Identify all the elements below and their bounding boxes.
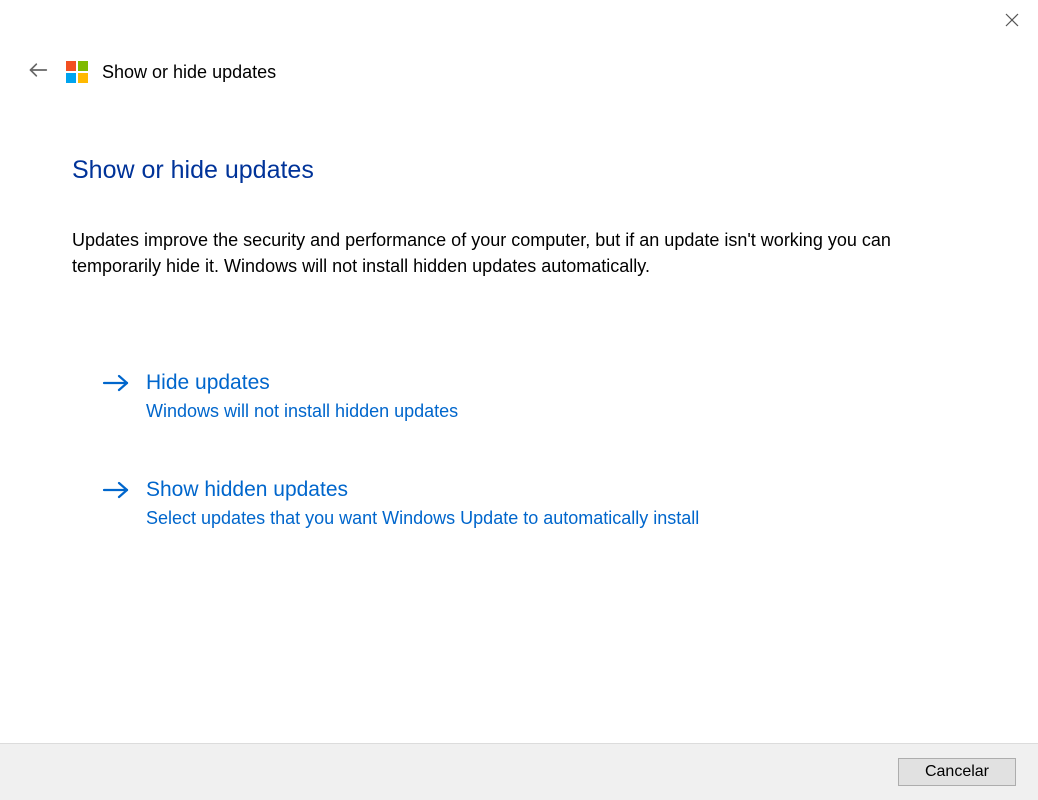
option-text: Hide updates Windows will not install hi… bbox=[146, 369, 458, 424]
content-area: Show or hide updates Updates improve the… bbox=[0, 96, 1038, 743]
option-hide-updates[interactable]: Hide updates Windows will not install hi… bbox=[102, 369, 966, 424]
option-title: Show hidden updates bbox=[146, 476, 699, 503]
page-heading: Show or hide updates bbox=[72, 156, 966, 185]
close-button[interactable] bbox=[998, 8, 1026, 36]
windows-logo-icon bbox=[66, 61, 88, 83]
option-subtitle: Select updates that you want Windows Upd… bbox=[146, 507, 699, 530]
options-list: Hide updates Windows will not install hi… bbox=[72, 369, 966, 530]
page-description: Updates improve the security and perform… bbox=[72, 227, 952, 279]
arrow-left-icon bbox=[28, 60, 48, 85]
arrow-right-icon bbox=[102, 373, 130, 398]
back-button[interactable] bbox=[24, 58, 52, 86]
footer: Cancelar bbox=[0, 743, 1038, 800]
header-title: Show or hide updates bbox=[102, 62, 276, 83]
option-show-hidden-updates[interactable]: Show hidden updates Select updates that … bbox=[102, 476, 966, 531]
troubleshooter-window: Show or hide updates Show or hide update… bbox=[0, 0, 1038, 800]
titlebar bbox=[0, 0, 1038, 40]
cancel-button[interactable]: Cancelar bbox=[898, 758, 1016, 786]
option-title: Hide updates bbox=[146, 369, 458, 396]
option-text: Show hidden updates Select updates that … bbox=[146, 476, 699, 531]
close-icon bbox=[1005, 13, 1019, 32]
header: Show or hide updates bbox=[0, 40, 1038, 96]
arrow-right-icon bbox=[102, 480, 130, 505]
option-subtitle: Windows will not install hidden updates bbox=[146, 400, 458, 423]
